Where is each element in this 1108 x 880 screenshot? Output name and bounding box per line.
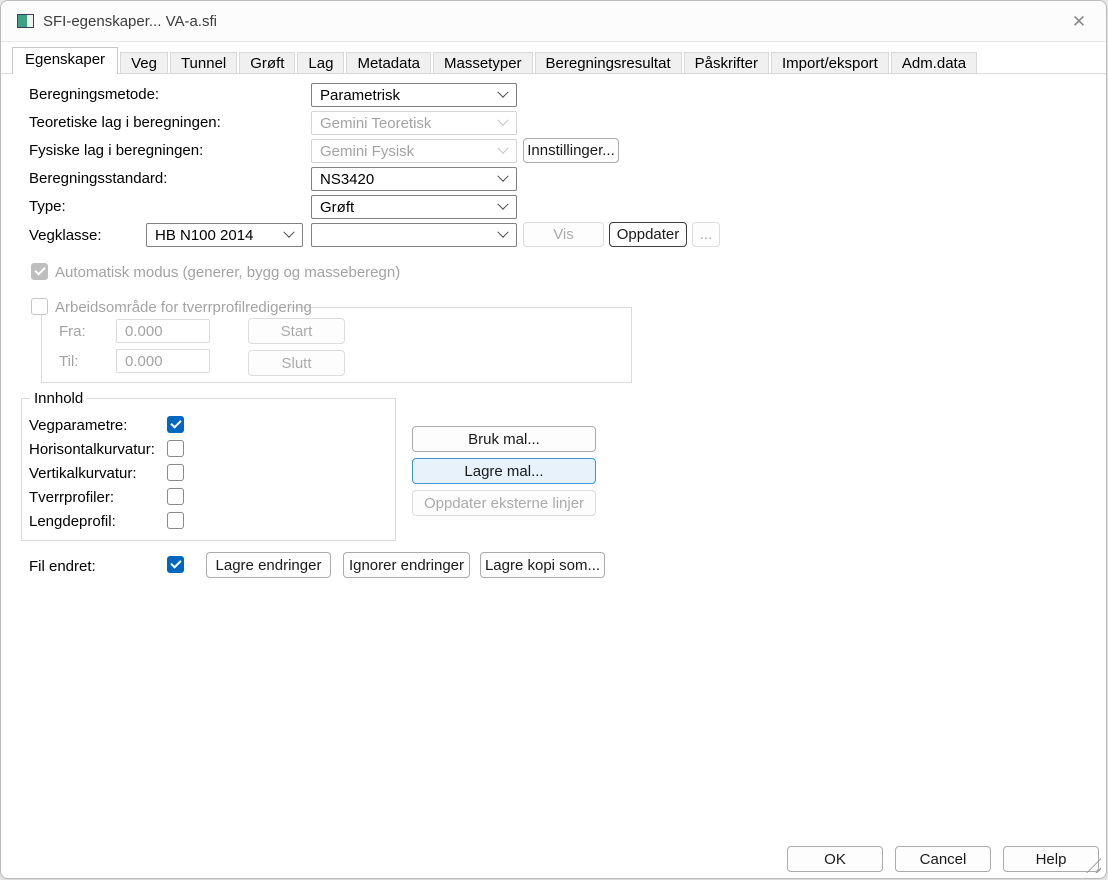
lengdeprofil-label: Lengdeprofil:	[29, 513, 116, 530]
lagre-mal-button[interactable]: Lagre mal...	[412, 458, 596, 484]
beregningsmetode-label: Beregningsmetode:	[29, 86, 159, 103]
tab-paskrifter[interactable]: Påskrifter	[684, 52, 769, 74]
bruk-mal-button[interactable]: Bruk mal...	[412, 426, 596, 452]
ok-button[interactable]: OK	[787, 846, 883, 872]
close-icon[interactable]: ✕	[1066, 9, 1092, 35]
vegparametre-checkbox[interactable]	[167, 416, 184, 433]
tab-import-eksport[interactable]: Import/eksport	[771, 52, 889, 74]
vegklasse-label: Vegklasse:	[29, 227, 102, 244]
slutt-button: Slutt	[248, 350, 345, 376]
innhold-title: Innhold	[30, 390, 87, 407]
tab-adm-data[interactable]: Adm.data	[891, 52, 977, 74]
tab-beregningsresultat[interactable]: Beregningsresultat	[535, 52, 682, 74]
tab-massetyper[interactable]: Massetyper	[433, 52, 533, 74]
vegklasse-select[interactable]: HB N100 2014	[146, 223, 303, 247]
chevron-down-icon	[283, 227, 294, 238]
cancel-button[interactable]: Cancel	[895, 846, 991, 872]
beregningsmetode-select[interactable]: Parametrisk	[311, 83, 517, 107]
tab-lag[interactable]: Lag	[297, 52, 344, 74]
oppdater-button[interactable]: Oppdater	[609, 222, 687, 247]
horisontalkurvatur-checkbox[interactable]	[167, 440, 184, 457]
fysiske-lag-label: Fysiske lag i beregningen:	[29, 142, 203, 159]
til-label: Til:	[59, 353, 78, 370]
til-input	[116, 349, 210, 373]
horisontalkurvatur-label: Horisontalkurvatur:	[29, 441, 155, 458]
teoretiske-lag-select: Gemini Teoretisk	[311, 111, 517, 135]
chevron-down-icon	[497, 143, 508, 154]
teoretiske-lag-label: Teoretiske lag i beregningen:	[29, 114, 221, 131]
chevron-down-icon	[497, 171, 508, 182]
start-button: Start	[248, 318, 345, 344]
window-title: SFI-egenskaper... VA-a.sfi	[43, 13, 217, 30]
fil-endret-label: Fil endret:	[29, 558, 96, 575]
app-icon	[17, 14, 34, 28]
fra-input	[116, 319, 210, 343]
type-label: Type:	[29, 198, 66, 215]
chevron-down-icon	[497, 199, 508, 210]
ignorer-endringer-button[interactable]: Ignorer endringer	[343, 552, 470, 578]
type-select[interactable]: Grøft	[311, 195, 517, 219]
chevron-down-icon	[497, 87, 508, 98]
tverrprofiler-checkbox[interactable]	[167, 488, 184, 505]
tab-veg[interactable]: Veg	[120, 52, 168, 74]
arbeidsomrade-checkbox	[31, 298, 48, 315]
fra-label: Fra:	[59, 323, 86, 340]
lagre-kopi-som-button[interactable]: Lagre kopi som...	[480, 552, 605, 578]
vertikalkurvatur-checkbox[interactable]	[167, 464, 184, 481]
fysiske-lag-select: Gemini Fysisk	[311, 139, 517, 163]
tab-tunnel[interactable]: Tunnel	[170, 52, 237, 74]
tab-groft[interactable]: Grøft	[239, 52, 295, 74]
tverrprofiler-label: Tverrprofiler:	[29, 489, 114, 506]
vertikalkurvatur-label: Vertikalkurvatur:	[29, 465, 137, 482]
automatisk-modus-checkbox	[31, 263, 48, 280]
beregningsstandard-label: Beregningsstandard:	[29, 170, 167, 187]
vis-button: Vis	[523, 222, 604, 247]
arbeidsomrade-label: Arbeidsområde for tverrprofilredigering	[55, 299, 312, 316]
innstillinger-button[interactable]: Innstillinger...	[523, 138, 619, 163]
title-bar: SFI-egenskaper... VA-a.sfi ✕	[1, 1, 1106, 42]
automatisk-modus-label: Automatisk modus (generer, bygg og masse…	[55, 264, 400, 281]
tab-strip: Egenskaper Veg Tunnel Grøft Lag Metadata…	[12, 47, 979, 74]
vegparametre-label: Vegparametre:	[29, 417, 127, 434]
chevron-down-icon	[497, 115, 508, 126]
more-button: ...	[692, 222, 720, 247]
lengdeprofil-checkbox[interactable]	[167, 512, 184, 529]
tab-metadata[interactable]: Metadata	[346, 52, 431, 74]
fil-endret-checkbox[interactable]	[167, 556, 184, 573]
tab-egenskaper[interactable]: Egenskaper	[12, 47, 118, 74]
dialog-window: SFI-egenskaper... VA-a.sfi ✕ Egenskaper …	[0, 0, 1107, 879]
vegklasse-variant-select[interactable]	[311, 223, 517, 247]
chevron-down-icon	[497, 227, 508, 238]
oppdater-eksterne-linjer-button: Oppdater eksterne linjer	[412, 490, 596, 516]
help-button[interactable]: Help	[1003, 846, 1099, 872]
beregningsstandard-select[interactable]: NS3420	[311, 167, 517, 191]
lagre-endringer-button[interactable]: Lagre endringer	[206, 552, 331, 578]
